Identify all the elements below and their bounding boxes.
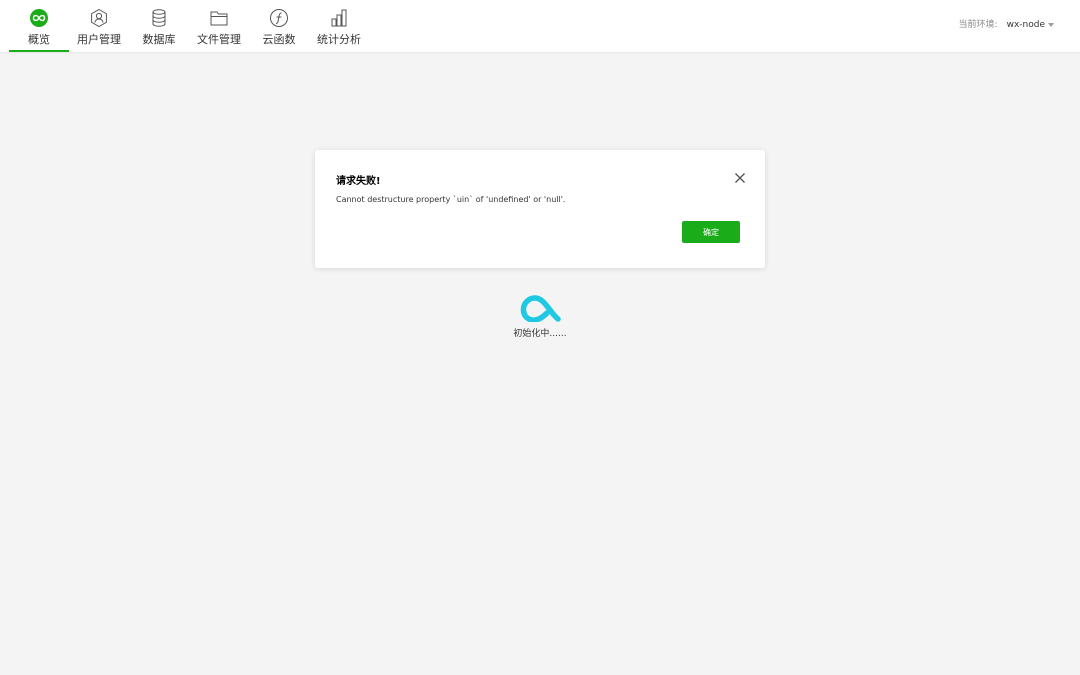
dialog-message: Cannot destructure property `uin` of 'un… [336,195,566,204]
nav-item-cloud-function[interactable]: 云函数 [249,0,309,52]
statistics-icon [331,9,347,27]
user-management-icon [91,8,107,28]
environment-label: 当前环境: [958,20,998,30]
nav-item-label: 概览 [28,33,50,46]
error-dialog: 请求失败! Cannot destructure property `uin` … [315,150,765,268]
loading-logo-icon [520,295,561,322]
database-icon [152,9,166,27]
nav-item-user-management[interactable]: 用户管理 [69,0,129,52]
nav-item-label: 数据库 [142,33,176,46]
nav-item-label: 文件管理 [197,33,241,46]
loading-text: 初始化中...... [513,329,567,339]
nav-item-label: 统计分析 [317,33,361,46]
close-icon[interactable] [734,172,746,184]
environment-value[interactable]: wx-node [1007,19,1045,31]
loading-indicator: 初始化中...... [500,290,580,350]
folder-icon [210,11,228,26]
main-nav: 概览 用户管理 数据库 文件管理 云函数 统计分析 [9,0,369,52]
nav-item-label: 用户管理 [77,33,121,46]
overview-infinity-icon [30,9,48,27]
dialog-title: 请求失败! [336,176,381,187]
environment-selector[interactable]: 当前环境: wx-node [959,19,1054,31]
nav-item-file-management[interactable]: 文件管理 [189,0,249,52]
nav-item-overview[interactable]: 概览 [9,0,69,52]
top-navigation-bar: 概览 用户管理 数据库 文件管理 云函数 统计分析 当前环境: wx-node [0,0,1080,52]
confirm-button[interactable]: 确定 [682,221,740,243]
caret-down-icon[interactable] [1048,23,1054,27]
nav-item-statistics[interactable]: 统计分析 [309,0,369,52]
nav-item-label: 云函数 [262,33,296,46]
cloud-function-icon [270,9,288,27]
nav-item-database[interactable]: 数据库 [129,0,189,52]
